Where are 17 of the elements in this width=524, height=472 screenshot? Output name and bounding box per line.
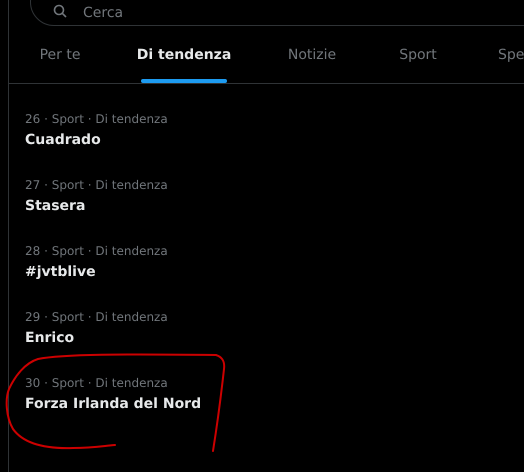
tab[interactable]: Sport: [367, 26, 469, 83]
trend-meta: 26 · Sport · Di tendenza: [25, 111, 169, 127]
trend-link[interactable]: Enrico: [25, 328, 524, 348]
trend-meta: 29 · Sport · Di tendenza: [25, 309, 169, 325]
tab[interactable]: Spe: [469, 26, 524, 83]
trend-meta: 27 · Sport · Di tendenza: [25, 177, 169, 193]
tab[interactable]: Di tendenza: [111, 26, 257, 83]
tab[interactable]: Per te: [9, 26, 111, 83]
trend-meta: 30 · Sport · Di tendenza: [25, 375, 169, 391]
trend-link[interactable]: Stasera: [25, 196, 524, 216]
trend-link[interactable]: #jvtblive: [25, 262, 524, 282]
trend-link[interactable]: Cuadrado: [25, 130, 524, 150]
tab[interactable]: Notizie: [257, 26, 367, 83]
trend-link[interactable]: Forza Irlanda del Nord: [25, 394, 524, 414]
trend-meta: 28 · Sport · Di tendenza: [25, 243, 169, 259]
search-field[interactable]: Cerca: [30, 0, 524, 26]
search-icon: [53, 4, 67, 18]
